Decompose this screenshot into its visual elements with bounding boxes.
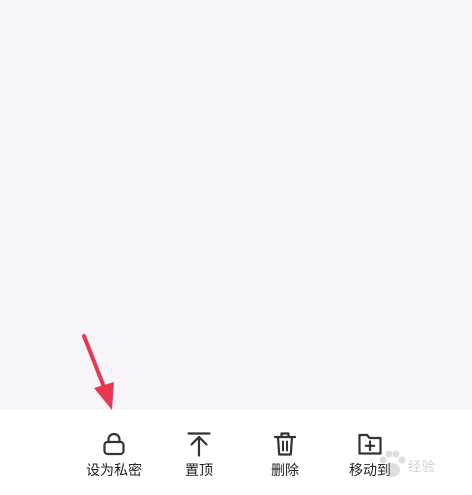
- set-private-button[interactable]: 设为私密: [69, 430, 159, 486]
- bottom-action-bar: 设为私密 置顶 删除 移动到: [0, 410, 472, 495]
- move-to-button[interactable]: 移动到: [325, 430, 415, 486]
- trash-icon: [273, 432, 297, 456]
- pin-top-label: 置顶: [185, 463, 213, 479]
- set-private-label: 设为私密: [86, 463, 142, 479]
- pin-top-icon: [187, 432, 211, 457]
- delete-label: 删除: [271, 463, 299, 479]
- note-content-area: [0, 0, 472, 410]
- pin-top-button[interactable]: 置顶: [154, 430, 244, 486]
- lock-icon: [103, 432, 125, 456]
- folder-plus-icon: [358, 433, 382, 455]
- delete-button[interactable]: 删除: [240, 430, 330, 486]
- move-to-label: 移动到: [349, 463, 391, 479]
